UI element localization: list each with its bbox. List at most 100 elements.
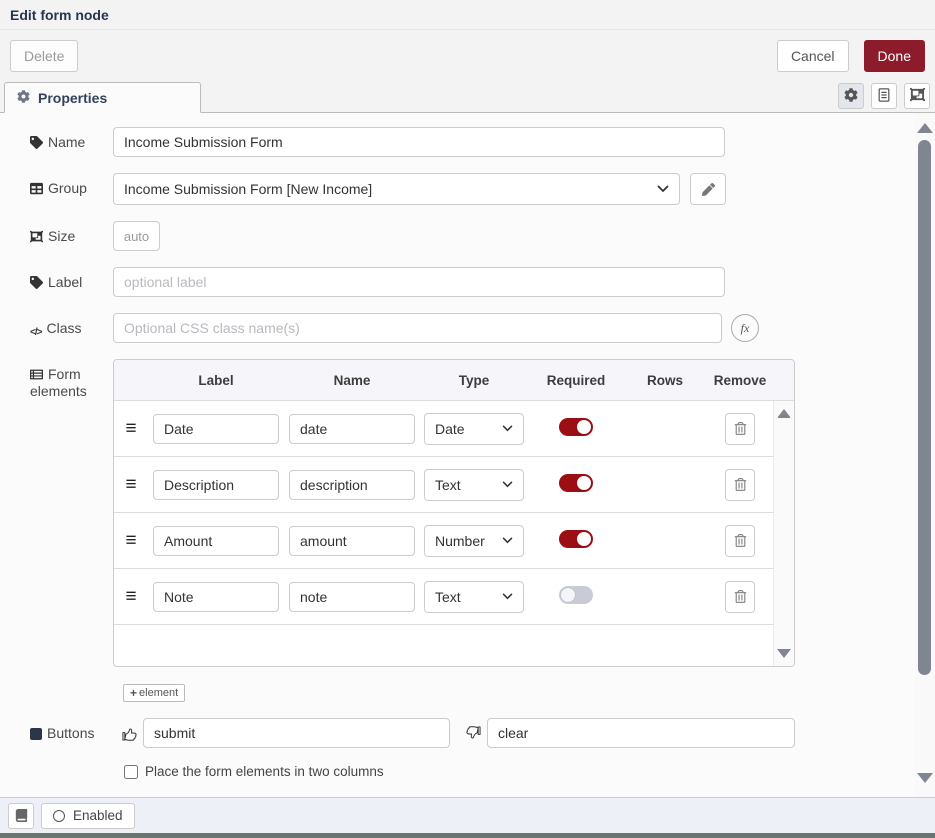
enabled-circle-icon <box>53 810 65 822</box>
trash-button[interactable] <box>725 469 755 501</box>
cancel-button[interactable]: Cancel <box>777 40 849 72</box>
delete-button[interactable]: Delete <box>10 40 78 72</box>
scroll-down-icon[interactable] <box>777 649 791 658</box>
node-help-button[interactable] <box>8 803 34 829</box>
element-label-input[interactable] <box>153 470 279 500</box>
name-label: Name <box>10 127 113 151</box>
square-icon <box>30 728 42 740</box>
table-row: ≡ Text <box>114 457 794 513</box>
clear-button-input[interactable] <box>487 718 795 748</box>
chevron-down-icon <box>502 593 513 600</box>
required-toggle[interactable] <box>559 586 593 604</box>
element-type-select[interactable]: Date <box>424 413 524 445</box>
description-tab-button[interactable] <box>871 83 897 109</box>
object-group-icon <box>30 230 43 243</box>
size-label: Size <box>10 221 113 245</box>
label-label: Label <box>10 267 113 291</box>
table-icon <box>30 182 43 195</box>
group-row: Group Income Submission Form [New Income… <box>0 165 915 213</box>
fx-icon[interactable]: fx <box>731 314 759 342</box>
element-name-input[interactable] <box>289 526 415 556</box>
element-type-select[interactable]: Number <box>424 525 524 557</box>
element-label-input[interactable] <box>153 526 279 556</box>
tray-title-bar: Edit form node <box>0 0 935 30</box>
enabled-toggle-button[interactable]: Enabled <box>41 803 135 829</box>
add-element-button[interactable]: +element <box>123 684 185 702</box>
chevron-down-icon <box>502 537 513 544</box>
trash-icon <box>734 478 747 491</box>
list-icon <box>30 368 43 381</box>
trash-button[interactable] <box>725 525 755 557</box>
tag-icon <box>30 276 43 289</box>
tray-footer: Enabled <box>0 797 935 833</box>
table-row: ≡ Number <box>114 513 794 569</box>
chevron-down-icon <box>502 425 513 432</box>
class-row: </>Class fx <box>0 305 915 351</box>
chevron-down-icon <box>657 185 669 193</box>
drag-handle-icon[interactable]: ≡ <box>125 587 136 606</box>
tab-properties[interactable]: Properties <box>4 82 201 113</box>
scrollbar-thumb[interactable] <box>918 140 931 675</box>
group-label: Group <box>10 173 113 197</box>
col-header-label: Label <box>148 373 284 388</box>
submit-button-input[interactable] <box>143 718 450 748</box>
two-columns-checkbox[interactable] <box>124 765 138 779</box>
element-type-select[interactable]: Text <box>424 469 524 501</box>
form-elements-table: Label Name Type Required Rows Remove ≡ D… <box>113 359 795 667</box>
element-type-select[interactable]: Text <box>424 581 524 613</box>
name-input[interactable] <box>113 127 725 157</box>
tab-properties-label: Properties <box>38 90 107 106</box>
required-toggle[interactable] <box>559 530 593 548</box>
required-toggle[interactable] <box>559 474 593 492</box>
col-header-name: Name <box>284 373 420 388</box>
book-icon <box>15 809 28 822</box>
edit-group-button[interactable] <box>690 173 726 205</box>
trash-icon <box>734 422 747 435</box>
size-button[interactable]: auto <box>113 221 160 251</box>
drag-handle-icon[interactable]: ≡ <box>125 419 136 438</box>
panel-scrollbar[interactable] <box>915 113 935 797</box>
col-header-type: Type <box>420 373 528 388</box>
appearance-tab-button[interactable] <box>904 83 930 109</box>
group-select[interactable]: Income Submission Form [New Income] <box>113 173 680 205</box>
buttons-row: Buttons <box>0 710 915 756</box>
doc-icon <box>877 88 891 105</box>
group-select-value: Income Submission Form [New Income] <box>124 181 372 197</box>
class-label: </>Class <box>10 313 113 341</box>
size-row: Size auto <box>0 213 915 259</box>
two-columns-label: Place the form elements in two columns <box>145 764 384 779</box>
class-input[interactable] <box>113 313 722 343</box>
scroll-up-icon[interactable] <box>917 123 933 133</box>
scroll-up-icon[interactable] <box>777 409 791 418</box>
table-scrollbar[interactable] <box>773 401 794 666</box>
table-header: Label Name Type Required Rows Remove <box>114 360 794 401</box>
tray-title: Edit form node <box>10 7 109 23</box>
form-elements-row: Form elements Label Name Type Required R… <box>0 351 915 675</box>
properties-panel: Name Group Income Submission Form [New I… <box>0 113 935 797</box>
label-input[interactable] <box>113 267 725 297</box>
object-group-icon <box>910 87 925 105</box>
element-name-input[interactable] <box>289 582 415 612</box>
code-icon: </> <box>30 327 41 338</box>
trash-button[interactable] <box>725 581 755 613</box>
element-name-input[interactable] <box>289 414 415 444</box>
trash-icon <box>734 534 747 547</box>
label-row: Label <box>0 259 915 305</box>
element-label-input[interactable] <box>153 414 279 444</box>
element-label-input[interactable] <box>153 582 279 612</box>
trash-icon <box>734 590 747 603</box>
trash-button[interactable] <box>725 413 755 445</box>
properties-tab-button[interactable] <box>838 83 864 109</box>
drag-handle-icon[interactable]: ≡ <box>125 531 136 550</box>
element-name-input[interactable] <box>289 470 415 500</box>
gear-icon <box>17 90 30 106</box>
done-button[interactable]: Done <box>864 40 925 72</box>
thumbs-up-icon <box>122 726 137 741</box>
required-toggle[interactable] <box>559 418 593 436</box>
scroll-down-icon[interactable] <box>917 773 933 783</box>
tag-icon <box>30 136 43 149</box>
form-elements-label: Form elements <box>10 359 113 400</box>
drag-handle-icon[interactable]: ≡ <box>125 475 136 494</box>
gear-icon <box>844 88 858 105</box>
col-header-rows: Rows <box>624 373 706 388</box>
